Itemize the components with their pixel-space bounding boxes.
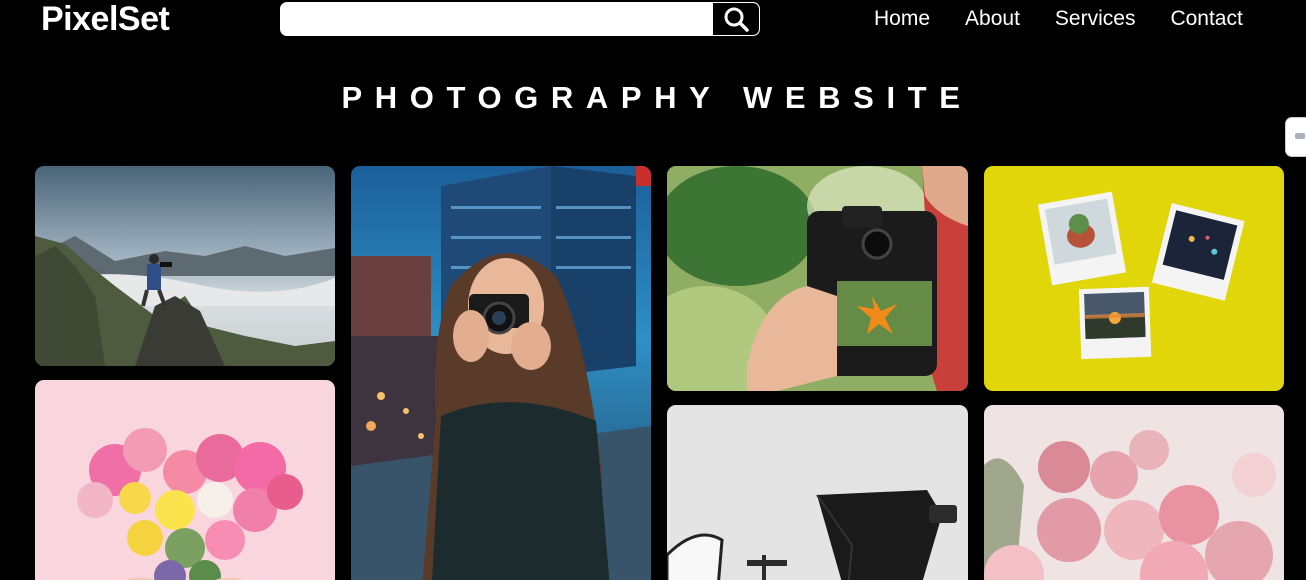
- nav-about-link[interactable]: About: [965, 6, 1020, 32]
- studio-lights-image: [667, 405, 968, 580]
- polaroids-image: [984, 166, 1284, 391]
- gallery-photo-studio[interactable]: [667, 405, 968, 580]
- city-photographer-image: [351, 166, 651, 580]
- gallery-photo-mountain[interactable]: [35, 166, 335, 366]
- gallery-photo-city-photographer[interactable]: [351, 166, 651, 580]
- mountain-photographer-image: [35, 166, 335, 366]
- side-feedback-tab[interactable]: [1285, 117, 1306, 157]
- nav-contact-link[interactable]: Contact: [1170, 6, 1242, 32]
- search-input[interactable]: [281, 3, 713, 35]
- camera-screen-image: [667, 166, 968, 391]
- site-logo[interactable]: PixelSet: [41, 0, 170, 38]
- feedback-tab-icon: [1295, 133, 1305, 139]
- main-nav: Home About Services Contact: [874, 6, 1243, 32]
- nav-home-link[interactable]: Home: [874, 6, 930, 32]
- search-button[interactable]: [713, 3, 759, 35]
- gallery-photo-flower-heart[interactable]: [35, 380, 335, 580]
- flower-heart-image: [35, 380, 335, 580]
- gallery-photo-camera-screen[interactable]: [667, 166, 968, 391]
- site-header: PixelSet Home About Services Contact: [0, 0, 1306, 40]
- page-title: PHOTOGRAPHY WEBSITE: [341, 80, 973, 115]
- pink-peonies-image: [984, 405, 1284, 580]
- search-bar: [280, 2, 760, 36]
- search-icon: [724, 7, 749, 32]
- gallery-photo-peonies[interactable]: [984, 405, 1284, 580]
- nav-services-link[interactable]: Services: [1055, 6, 1136, 32]
- gallery-photo-polaroids[interactable]: [984, 166, 1284, 391]
